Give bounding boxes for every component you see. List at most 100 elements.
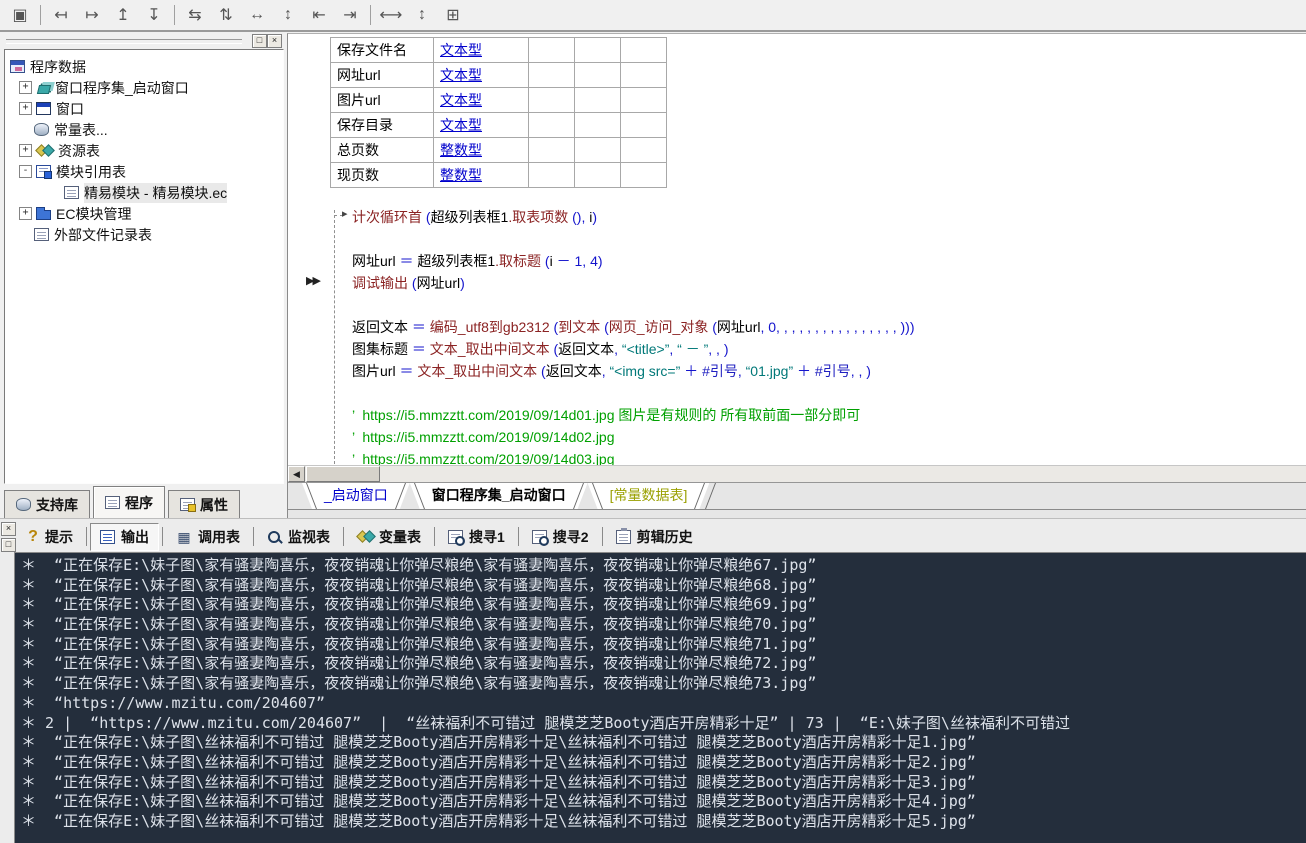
panel-titlebar[interactable]: □ × bbox=[2, 34, 286, 48]
variable-empty-cell[interactable] bbox=[529, 113, 575, 138]
same-width-icon[interactable]: ⟷ bbox=[377, 2, 405, 28]
variable-type-cell[interactable]: 整数型 bbox=[434, 163, 529, 188]
output-tab-搜寻2[interactable]: 搜寻2 bbox=[522, 523, 599, 551]
variable-empty-cell[interactable] bbox=[621, 88, 667, 113]
variable-empty-cell[interactable] bbox=[621, 38, 667, 63]
variable-empty-cell[interactable] bbox=[621, 63, 667, 88]
variable-type-cell[interactable]: 整数型 bbox=[434, 138, 529, 163]
workspace-tab-程序[interactable]: 程序 bbox=[93, 486, 165, 518]
variable-table[interactable]: 保存文件名文本型网址url文本型图片url文本型保存目录文本型总页数整数型现页数… bbox=[330, 37, 667, 188]
tree-expand-toggle[interactable]: - bbox=[19, 165, 32, 178]
tree-item[interactable]: 外部文件记录表 bbox=[5, 224, 283, 245]
tree-item[interactable]: 常量表... bbox=[5, 119, 283, 140]
code-line[interactable]: 返回文本 ＝ 编码_utf8到gb2312 (到文本 (网页_访问_对象 (网址… bbox=[352, 316, 915, 338]
variable-type-cell[interactable]: 文本型 bbox=[434, 88, 529, 113]
workspace-tab-属性[interactable]: 属性 bbox=[168, 490, 240, 518]
variable-row[interactable]: 图片url 文本型 bbox=[331, 88, 667, 113]
variable-name-cell[interactable]: 网址url bbox=[331, 63, 434, 88]
panel-float-button[interactable]: □ bbox=[252, 34, 267, 48]
same-height-icon[interactable]: ↕ bbox=[408, 2, 436, 28]
variable-type-link[interactable]: 整数型 bbox=[440, 142, 482, 158]
variable-empty-cell[interactable] bbox=[575, 138, 621, 163]
output-console[interactable]: ＊ “正在保存E:\妹子图\家有骚妻陶喜乐，夜夜销魂让你弹尽粮绝\家有骚妻陶喜乐… bbox=[14, 552, 1306, 843]
variable-empty-cell[interactable] bbox=[575, 38, 621, 63]
scrollbar-thumb[interactable] bbox=[306, 466, 380, 482]
space-equal-vertical-icon[interactable]: ↕ bbox=[274, 2, 302, 28]
variable-type-link[interactable]: 文本型 bbox=[440, 67, 482, 83]
tree-item[interactable]: 程序数据 bbox=[5, 56, 283, 77]
variable-name-cell[interactable]: 保存目录 bbox=[331, 113, 434, 138]
tree-expand-toggle[interactable]: + bbox=[19, 81, 32, 94]
output-tab-提示[interactable]: ?提示 bbox=[17, 523, 83, 551]
tree-item[interactable]: 精易模块 - 精易模块.ec bbox=[5, 182, 283, 203]
variable-empty-cell[interactable] bbox=[529, 38, 575, 63]
tree-expand-toggle[interactable]: + bbox=[19, 207, 32, 220]
variable-empty-cell[interactable] bbox=[529, 88, 575, 113]
center-horizontal-icon[interactable]: ⇆ bbox=[181, 2, 209, 28]
tree-expand-toggle[interactable]: + bbox=[19, 144, 32, 157]
tree-item[interactable]: +窗口 bbox=[5, 98, 283, 119]
code-line[interactable] bbox=[352, 382, 915, 404]
variable-empty-cell[interactable] bbox=[621, 138, 667, 163]
panel-close-button[interactable]: × bbox=[267, 34, 282, 48]
tree-item[interactable]: +资源表 bbox=[5, 140, 283, 161]
output-tab-输出[interactable]: 输出 bbox=[90, 523, 159, 551]
output-float-button[interactable]: □ bbox=[1, 538, 16, 552]
variable-name-cell[interactable]: 图片url bbox=[331, 88, 434, 113]
code-line[interactable]: 网址url ＝ 超级列表框1.取标题 (i － 1, 4) bbox=[352, 250, 915, 272]
variable-type-cell[interactable]: 文本型 bbox=[434, 38, 529, 63]
tree-item[interactable]: +EC模块管理 bbox=[5, 203, 283, 224]
output-tab-剪辑历史[interactable]: 剪辑历史 bbox=[606, 523, 703, 551]
code-line[interactable] bbox=[352, 228, 915, 250]
snap-left-icon[interactable]: ⇤ bbox=[305, 2, 333, 28]
scroll-left-button[interactable]: ◀ bbox=[288, 466, 305, 482]
tree-item[interactable]: +窗口程序集_启动窗口 bbox=[5, 77, 283, 98]
center-vertical-icon[interactable]: ⇅ bbox=[212, 2, 240, 28]
variable-empty-cell[interactable] bbox=[621, 163, 667, 188]
editor-tab-_启动窗口[interactable]: _启动窗口 bbox=[302, 483, 410, 509]
code-line[interactable] bbox=[352, 294, 915, 316]
code-line[interactable]: 图片url ＝ 文本_取出中间文本 (返回文本, “<img src=” ＋ #… bbox=[352, 360, 915, 382]
code-line[interactable]: ’ https://i5.mmzztt.com/2019/09/14d02.jp… bbox=[352, 426, 915, 448]
variable-type-link[interactable]: 文本型 bbox=[440, 92, 482, 108]
variable-empty-cell[interactable] bbox=[575, 88, 621, 113]
variable-row[interactable]: 现页数整数型 bbox=[331, 163, 667, 188]
output-tab-变量表[interactable]: 变量表 bbox=[347, 523, 431, 551]
code-editor[interactable]: 保存文件名文本型网址url文本型图片url文本型保存目录文本型总页数整数型现页数… bbox=[287, 33, 1306, 518]
code-line[interactable]: 计次循环首 (超级列表框1.取表项数 (), i) bbox=[352, 206, 915, 228]
code-line[interactable]: ’ https://i5.mmzztt.com/2019/09/14d01.jp… bbox=[352, 404, 915, 426]
editor-tab-[常量数据表][interactable]: [常量数据表] bbox=[588, 483, 710, 509]
code-line[interactable]: 调试输出 (网址url) bbox=[352, 272, 915, 294]
variable-type-cell[interactable]: 文本型 bbox=[434, 113, 529, 138]
variable-empty-cell[interactable] bbox=[529, 138, 575, 163]
variable-empty-cell[interactable] bbox=[575, 63, 621, 88]
variable-empty-cell[interactable] bbox=[575, 163, 621, 188]
align-left-icon[interactable]: ↤ bbox=[47, 2, 75, 28]
align-right-icon[interactable]: ↦ bbox=[78, 2, 106, 28]
variable-type-link[interactable]: 文本型 bbox=[440, 42, 482, 58]
variable-row[interactable]: 网址url 文本型 bbox=[331, 63, 667, 88]
editor-tab-窗口程序集_启动窗口[interactable]: 窗口程序集_启动窗口 bbox=[410, 483, 588, 509]
variable-type-link[interactable]: 文本型 bbox=[440, 117, 482, 133]
variable-empty-cell[interactable] bbox=[621, 113, 667, 138]
output-tab-搜寻1[interactable]: 搜寻1 bbox=[438, 523, 515, 551]
variable-empty-cell[interactable] bbox=[575, 113, 621, 138]
variable-name-cell[interactable]: 现页数 bbox=[331, 163, 434, 188]
variable-empty-cell[interactable] bbox=[529, 63, 575, 88]
snap-right-icon[interactable]: ⇥ bbox=[336, 2, 364, 28]
output-close-button[interactable]: × bbox=[1, 522, 16, 536]
code-block[interactable]: 计次循环首 (超级列表框1.取表项数 (), i) 网址url ＝ 超级列表框1.… bbox=[352, 206, 915, 470]
variable-type-link[interactable]: 整数型 bbox=[440, 167, 482, 183]
tree-expand-toggle[interactable]: + bbox=[19, 102, 32, 115]
workspace-tab-支持库[interactable]: 支持库 bbox=[4, 490, 90, 518]
align-bottom-icon[interactable]: ↧ bbox=[140, 2, 168, 28]
same-size-icon[interactable]: ⊞ bbox=[439, 2, 467, 28]
tree-item[interactable]: -模块引用表 bbox=[5, 161, 283, 182]
variable-name-cell[interactable]: 保存文件名 bbox=[331, 38, 434, 63]
editor-horizontal-scrollbar[interactable]: ◀ bbox=[288, 465, 1306, 483]
output-tab-监视表[interactable]: 监视表 bbox=[257, 523, 340, 551]
variable-name-cell[interactable]: 总页数 bbox=[331, 138, 434, 163]
output-tab-调用表[interactable]: ▦调用表 bbox=[166, 523, 250, 551]
form-layout-icon[interactable]: ▣ bbox=[6, 2, 34, 28]
program-data-tree[interactable]: 程序数据+窗口程序集_启动窗口+窗口常量表...+资源表-模块引用表精易模块 -… bbox=[4, 49, 284, 484]
